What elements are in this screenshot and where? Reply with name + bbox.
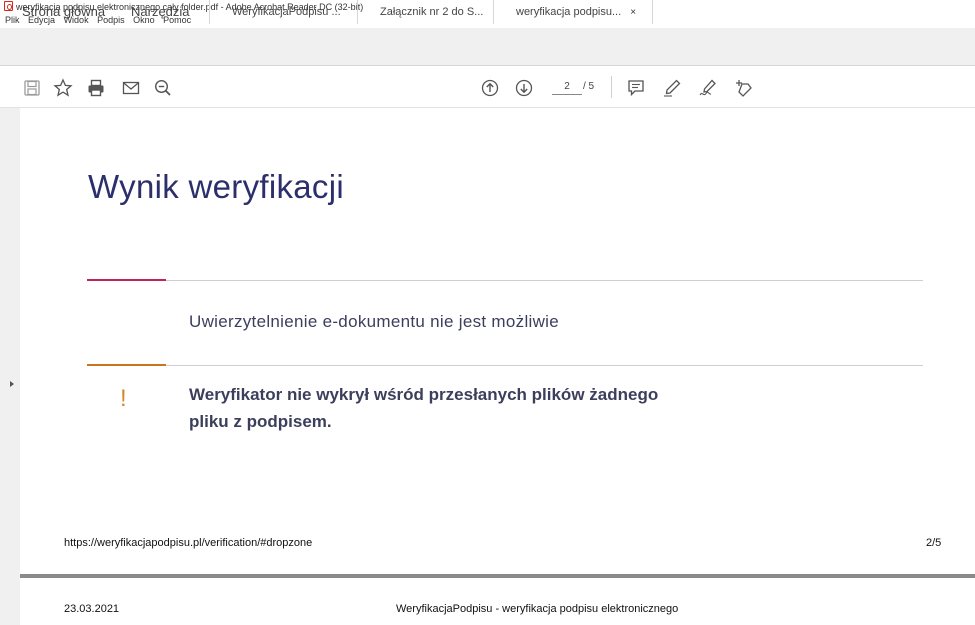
comment-icon[interactable]	[626, 78, 646, 98]
page-number-input[interactable]: 2	[552, 81, 582, 95]
expand-panel-icon[interactable]	[10, 381, 14, 387]
print-icon[interactable]	[86, 78, 106, 98]
close-tab-icon[interactable]: ×	[630, 7, 636, 18]
zoom-out-icon[interactable]	[153, 78, 173, 98]
accent-line-orange	[87, 364, 166, 366]
tab-document-3-label: weryfikacja podpisu...	[516, 6, 622, 18]
tab-document-2[interactable]: Załącznik nr 2 do S...	[357, 0, 493, 24]
bookmark-star-icon[interactable]	[53, 78, 73, 98]
page-up-icon[interactable]	[480, 78, 500, 98]
warning-message: Weryfikator nie wykrył wśród przesłanych…	[189, 381, 789, 435]
page-total: / 5	[583, 81, 595, 92]
tab-document-1[interactable]: WeryfikacjaPodpisu ...	[209, 0, 357, 24]
document-title: Wynik weryfikacji	[88, 168, 344, 205]
warning-line-1: Weryfikator nie wykrył wśród przesłanych…	[189, 385, 659, 404]
save-icon[interactable]	[22, 78, 42, 98]
menu-plik[interactable]: Plik	[5, 15, 20, 25]
footer-page-number: 2/5	[926, 537, 942, 549]
toolbar-divider	[611, 76, 612, 98]
verification-status: Uwierzytelnienie e-dokumentu nie jest mo…	[189, 312, 560, 331]
divider-line	[166, 280, 923, 281]
next-page-date: 23.03.2021	[64, 603, 120, 615]
tab-document-3[interactable]: weryfikacja podpisu... ×	[493, 0, 653, 24]
pdf-file-icon	[4, 1, 13, 11]
tab-document-1-label: WeryfikacjaPodpisu ...	[232, 6, 341, 18]
warning-icon: !	[120, 385, 127, 412]
sign-icon[interactable]	[698, 78, 718, 98]
divider-line	[166, 365, 923, 366]
email-icon[interactable]	[121, 78, 141, 98]
tab-tools[interactable]: Narzędzia	[131, 0, 190, 38]
highlight-pen-icon[interactable]	[662, 78, 682, 98]
tab-home[interactable]: Strona główna	[22, 0, 105, 38]
fill-sign-icon[interactable]	[733, 78, 753, 98]
next-page-header: WeryfikacjaPodpisu - weryfikacja podpisu…	[396, 603, 679, 615]
footer-url: https://weryfikacjapodpisu.pl/verificati…	[64, 537, 313, 549]
tab-document-2-label: Załącznik nr 2 do S...	[380, 6, 484, 18]
left-panel-gutter[interactable]	[0, 108, 20, 625]
page-down-icon[interactable]	[514, 78, 534, 98]
warning-line-2: pliku z podpisem.	[189, 412, 332, 431]
accent-line-red	[87, 279, 166, 281]
page-separator	[20, 574, 975, 578]
